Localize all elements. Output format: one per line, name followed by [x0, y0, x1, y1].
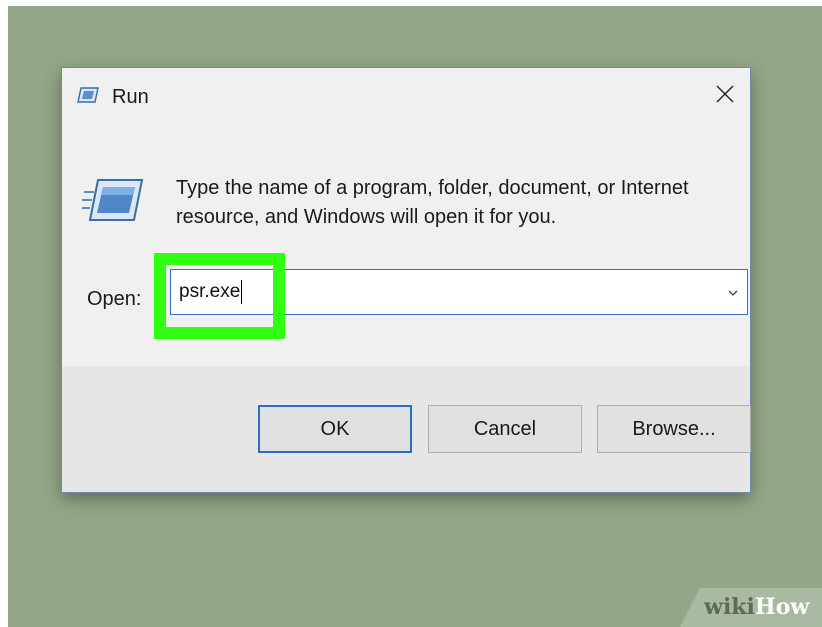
run-icon	[77, 87, 99, 103]
chevron-down-icon[interactable]	[727, 286, 739, 298]
dialog-description: Type the name of a program, folder, docu…	[176, 177, 689, 228]
close-icon	[716, 85, 734, 108]
run-dialog: Run Type the name of a program, folder, …	[61, 67, 751, 493]
cancel-button[interactable]: Cancel	[428, 405, 582, 453]
open-combobox[interactable]: psr.exe	[170, 269, 748, 315]
text-cursor	[241, 279, 243, 304]
ok-button[interactable]: OK	[258, 405, 412, 453]
run-icon	[80, 178, 144, 222]
open-label: Open:	[87, 288, 142, 310]
watermark-wiki: wiki	[704, 594, 755, 620]
dialog-title: Run	[112, 86, 149, 108]
wikihow-watermark: wikiHow	[680, 588, 822, 627]
open-input-value: psr.exe	[179, 281, 241, 302]
open-input[interactable]: psr.exe	[179, 270, 244, 314]
watermark-text: wikiHow	[704, 594, 809, 620]
close-button[interactable]	[700, 74, 750, 118]
browse-button[interactable]: Browse...	[597, 405, 751, 453]
title-bar: Run	[62, 68, 750, 128]
watermark-how: How	[754, 594, 810, 620]
